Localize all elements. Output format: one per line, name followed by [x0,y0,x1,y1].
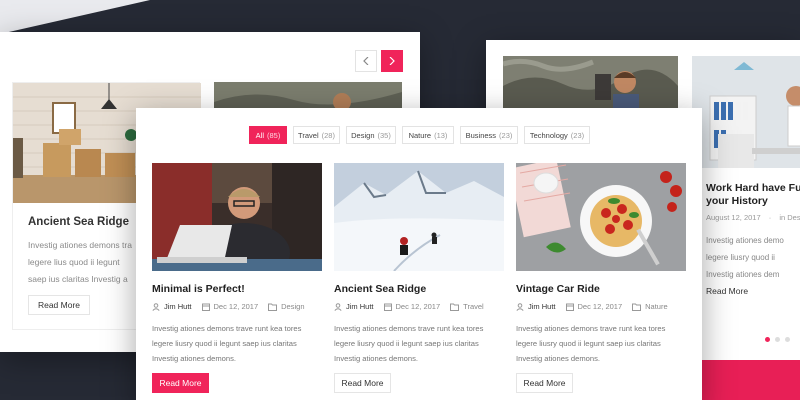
excerpt-line: legere liusry quod ii legunt saep ius cl… [334,339,479,348]
post-author[interactable]: Jim Hutt [334,302,374,311]
folder-icon [632,303,642,311]
filter-tab-travel[interactable]: Travel (28) [293,126,340,144]
background-shape [0,0,150,34]
filter-tab-all[interactable]: All (85) [249,126,287,144]
post-date: Dec 12, 2017 [383,302,441,311]
excerpt-line: Investig ationes demons. [516,354,601,363]
filter-count: (23) [570,130,585,140]
post-title[interactable]: Ancient Sea Ridge [28,216,129,228]
excerpt-line: Investig ationes demons trave runt kea t… [334,324,484,333]
post-excerpt-line: Investig ationes demo [706,236,784,245]
filter-tab-technology[interactable]: Technology (23) [524,126,590,144]
filter-label: All [255,130,264,140]
post-excerpt: Investig ationes demons trave runt kea t… [516,321,688,366]
folder-icon [450,303,460,311]
chevron-left-icon [363,57,369,65]
post-title[interactable]: Work Hard have Fun [706,181,800,195]
carousel-dot[interactable] [785,337,790,342]
filter-label: Design [351,130,375,140]
post-excerpt-line: saep ius claritas Investig a [28,274,128,284]
excerpt-line: Investig ationes demons trave runt kea t… [516,324,666,333]
carousel-dot[interactable] [775,337,780,342]
post-excerpt-line: legere liusry quod ii [706,253,775,262]
accent-block [700,360,800,400]
post-date: Dec 12, 2017 [565,302,623,311]
post-excerpt: Investig ationes demons trave runt kea t… [334,321,506,366]
office-photo [692,56,800,168]
filter-label: Business [465,130,497,140]
post-excerpt: Investig ationes demons trave runt kea t… [152,321,324,366]
excerpt-line: Investig ationes demons. [334,354,419,363]
author-name: Jim Hutt [528,302,556,311]
date-text: Dec 12, 2017 [577,302,623,311]
carousel-dot[interactable] [765,337,770,342]
category-text: Nature [645,302,668,311]
filter-count: (28) [321,130,335,140]
excerpt-line: Investig ationes demons. [152,354,237,363]
filter-count: (13) [434,130,448,140]
carousel-prev-button[interactable] [355,50,377,72]
category-text: Travel [463,302,484,311]
post-meta: Jim Hutt Dec 12, 2017 Nature [516,302,678,311]
post-date: August 12, 2017 · in Des [706,213,800,222]
carousel-dots [765,337,795,342]
post-excerpt-line: Investig ationes demons tra [28,240,132,250]
post-category[interactable]: Nature [632,302,668,311]
carousel-next-button[interactable] [381,50,403,72]
read-more-button[interactable]: Read More [334,373,391,393]
calendar-icon [383,303,392,311]
post-excerpt-line: Investig ationes dem [706,270,780,279]
read-more-button[interactable]: Read More [152,373,209,393]
post-title[interactable]: Ancient Sea Ridge [334,283,426,295]
pasta-photo [516,163,686,271]
category-text: Design [281,302,305,311]
filter-label: Travel [298,130,319,140]
hiker-photo [503,56,678,108]
chevron-right-icon [389,57,395,65]
post-category[interactable]: Design [268,302,305,311]
post-meta: Jim Hutt Dec 12, 2017 Travel [334,302,494,311]
post-meta: Jim Hutt Dec 12, 2017 Design [152,302,315,311]
filter-count: (23) [499,130,513,140]
excerpt-line: legere liusry quod ii legunt saep ius cl… [516,339,661,348]
post-date-text: August 12, 2017 [706,213,761,222]
date-text: Dec 12, 2017 [213,302,259,311]
excerpt-line: legere liusry quod ii legunt saep ius cl… [152,339,297,348]
filter-label: Nature [408,130,432,140]
author-name: Jim Hutt [164,302,192,311]
user-icon [152,302,160,311]
read-more-button[interactable]: Read More [28,295,90,315]
post-title[interactable]: Minimal is Perfect! [152,283,245,295]
date-text: Dec 12, 2017 [395,302,441,311]
user-icon [334,302,342,311]
post-author[interactable]: Jim Hutt [516,302,556,311]
folder-icon [268,303,278,311]
filter-tab-design[interactable]: Design (35) [346,126,396,144]
filter-tab-nature[interactable]: Nature (13) [402,126,454,144]
main-blog-panel: All (85) Travel (28) Design (35) Nature (13)… [136,108,702,400]
post-date: Dec 12, 2017 [201,302,259,311]
man-laptop-photo [152,163,322,271]
filter-count: (35) [377,130,391,140]
post-category[interactable]: Travel [450,302,484,311]
author-name: Jim Hutt [346,302,374,311]
post-author[interactable]: Jim Hutt [152,302,192,311]
filter-tab-business[interactable]: Business (23) [460,126,518,144]
read-more-link[interactable]: Read More [706,286,748,296]
meta-separator: · [768,213,772,222]
user-icon [516,302,524,311]
post-title[interactable]: Vintage Car Ride [516,283,600,295]
snow-mountain-photo [334,163,504,271]
filter-count: (85) [267,130,281,140]
post-title-line[interactable]: your History [706,194,768,208]
calendar-icon [565,303,574,311]
excerpt-line: Investig ationes demons trave runt kea t… [152,324,302,333]
post-category[interactable]: in Des [779,213,800,222]
post-excerpt-line: legere lius quod ii legunt [28,257,120,267]
read-more-button[interactable]: Read More [516,373,573,393]
filter-label: Technology [529,130,568,140]
calendar-icon [201,303,210,311]
